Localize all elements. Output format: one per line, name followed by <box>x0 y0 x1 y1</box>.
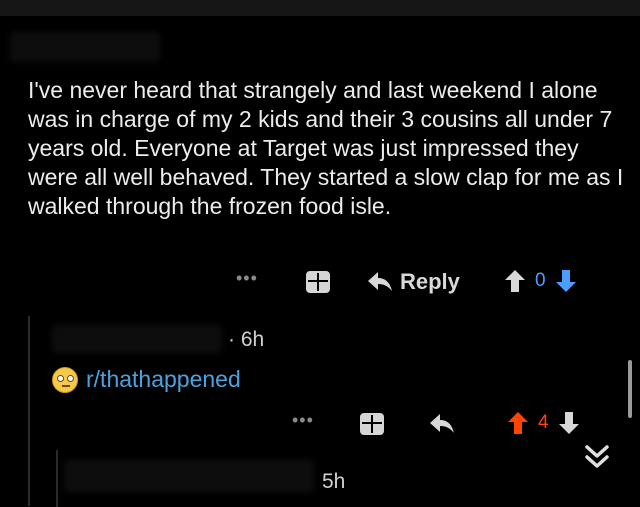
user-flair: r/thathappened <box>52 366 241 393</box>
thread-line <box>28 316 30 506</box>
downvote-icon[interactable] <box>555 270 576 292</box>
comment-actions: ••• <box>236 268 258 289</box>
vote-score: 4 <box>538 412 549 433</box>
upvote-icon[interactable] <box>505 270 525 292</box>
reply-arrow-icon[interactable] <box>430 414 454 434</box>
comment-time: · 6h <box>228 328 265 351</box>
reply-button[interactable]: Reply <box>368 269 460 295</box>
redacted-username <box>52 325 222 353</box>
subreddit-link[interactable]: r/thathappened <box>86 366 241 393</box>
reply-label: Reply <box>400 269 460 294</box>
gift-icon[interactable] <box>360 413 384 435</box>
thread-line <box>56 450 58 507</box>
vote-controls: 4 <box>508 412 579 434</box>
gift-icon[interactable] <box>306 271 330 293</box>
vote-controls: 0 <box>505 270 576 292</box>
eye-roll-emoji-icon <box>52 366 78 393</box>
top-bar <box>0 0 640 16</box>
reply-actions: ••• <box>292 410 314 431</box>
more-options-button[interactable]: ••• <box>236 268 258 289</box>
vote-score: 0 <box>535 270 546 291</box>
reply-arrow-icon <box>368 272 392 291</box>
upvote-icon[interactable] <box>508 412 528 434</box>
redacted-username <box>10 32 160 62</box>
scrollbar[interactable] <box>628 360 632 418</box>
redacted-username <box>64 460 314 492</box>
comment-body: I've never heard that strangely and last… <box>28 77 624 219</box>
collapse-chevrons-icon[interactable] <box>583 443 611 471</box>
downvote-icon[interactable] <box>558 412 579 434</box>
more-options-button[interactable]: ••• <box>292 410 314 431</box>
comment-time: 5h <box>322 470 346 493</box>
